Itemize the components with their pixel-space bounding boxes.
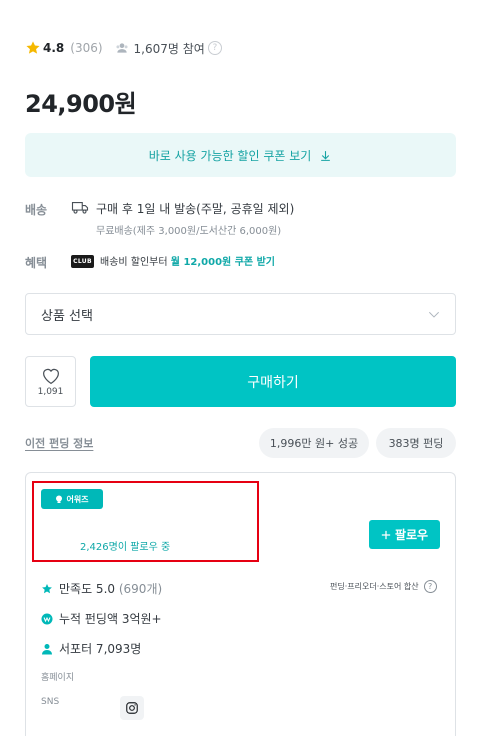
star-icon — [26, 41, 40, 54]
homepage-label: 홈페이지 — [41, 673, 75, 683]
previous-funding-link[interactable]: 이전 펀딩 정보 — [25, 435, 93, 451]
rating-summary: 4.8 (306) 1,607명 참여 ? — [25, 39, 222, 57]
instagram-button[interactable] — [120, 696, 144, 720]
buy-button[interactable]: 구매하기 — [90, 356, 456, 407]
rating-value: 4.8 — [43, 41, 65, 55]
shipping-main: 구매 후 1일 내 발송(주말, 공휴일 제외) — [96, 202, 295, 216]
help-icon[interactable]: ? — [207, 41, 222, 55]
chevron-down-icon — [429, 311, 439, 318]
supporters-stat: 서포터 7,093명 — [41, 640, 141, 657]
coupon-button[interactable]: 바로 사용 가능한 할인 쿠폰 보기 — [25, 133, 456, 177]
bulb-icon — [56, 495, 63, 503]
star-icon — [42, 583, 52, 593]
rating-count: (306) — [70, 41, 103, 55]
people-icon — [116, 43, 128, 53]
scope-note-text: 펀딩·프리오더·스토어 합산 — [330, 582, 419, 591]
price: 24,900원 — [25, 90, 137, 118]
maker-badge-label: 어워즈 — [66, 494, 89, 504]
product-select[interactable]: 상품 선택 — [25, 293, 456, 335]
plus-icon — [381, 530, 391, 539]
person-icon — [42, 643, 52, 654]
arrow-down-icon — [321, 150, 331, 161]
funding-people-pill: 383명 펀딩 — [376, 428, 456, 458]
instagram-icon — [126, 702, 138, 714]
funding-amount-pill: 1,996만 원+ 성공 — [259, 428, 369, 458]
maker-award-badge: 어워즈 — [41, 489, 103, 509]
benefit-label: 혜택 — [25, 256, 48, 270]
coin-icon — [41, 613, 53, 624]
satisfaction-value: 만족도 5.0 — [59, 582, 116, 596]
help-icon[interactable]: ? — [423, 580, 437, 593]
total-funding-value: 누적 펀딩액 3억원+ — [59, 612, 162, 626]
like-button[interactable]: 1,091 — [25, 356, 76, 407]
benefit-coupon-link[interactable]: 월 12,000원 쿠폰 받기 — [171, 257, 275, 268]
like-count: 1,091 — [37, 386, 64, 397]
benefit-text: 배송비 할인부터 월 12,000원 쿠폰 받기 — [100, 253, 275, 268]
participants-count: 1,607명 참여 — [133, 41, 205, 56]
truck-icon — [71, 201, 89, 214]
satisfaction-count: (690개) — [118, 582, 163, 596]
stats-scope-note: 펀딩·프리오더·스토어 합산 ? — [330, 580, 437, 593]
follow-button-label: 팔로우 — [394, 528, 429, 542]
benefit-prefix: 배송비 할인부터 — [100, 257, 171, 268]
shipping-label: 배송 — [25, 203, 48, 217]
coupon-button-label: 바로 사용 가능한 할인 쿠폰 보기 — [148, 148, 312, 163]
club-badge: CLUB — [71, 255, 94, 268]
product-select-label: 상품 선택 — [41, 308, 93, 324]
total-funding-stat: 누적 펀딩액 3억원+ — [41, 610, 162, 627]
shipping-sub: 무료배송(제주 3,000원/도서산간 6,000원) — [96, 226, 282, 237]
heart-icon — [42, 368, 59, 384]
follower-count: 2,426명이 팔로우 중 — [80, 542, 171, 553]
sns-label: SNS — [41, 697, 60, 707]
satisfaction-stat: 만족도 5.0 (690개) — [41, 580, 162, 597]
supporters-value: 서포터 7,093명 — [59, 642, 142, 656]
follow-button[interactable]: 팔로우 — [369, 520, 440, 549]
